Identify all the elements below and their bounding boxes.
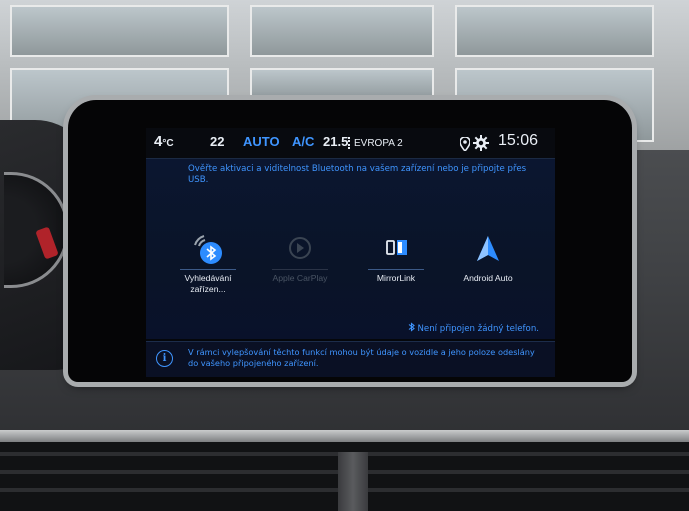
- infotainment-screen: 4°C 22 AUTO A/C 21.5 EVROPA 2 15:06 Ověř…: [146, 128, 555, 377]
- outside-temperature: 4°C: [154, 133, 174, 150]
- radio-frequency[interactable]: 21.5: [323, 134, 348, 149]
- app-underline: [272, 269, 328, 270]
- phone-connection-panel: Ověřte aktivaci a viditelnost Bluetooth …: [146, 159, 555, 339]
- info-icon[interactable]: i: [156, 350, 173, 367]
- app-label: Vyhledávání zařízen...: [184, 273, 232, 294]
- building-window: [10, 5, 229, 57]
- app-bluetooth-search[interactable]: Vyhledávání zařízen...: [168, 231, 248, 295]
- app-label: MirrorLink: [376, 273, 416, 283]
- building-window: [250, 68, 434, 102]
- app-label: Android Auto: [463, 273, 513, 283]
- app-android-auto[interactable]: Android Auto: [448, 231, 528, 284]
- location-pin-icon[interactable]: [459, 136, 471, 155]
- app-underline: [180, 269, 236, 270]
- privacy-notice: V rámci vylepšování těchto funkcí mohou …: [188, 347, 535, 368]
- climate-setting[interactable]: 22: [210, 134, 224, 149]
- bluetooth-status-text: Není připojen žádný telefon.: [417, 324, 539, 334]
- mirrorlink-icon: [378, 231, 414, 267]
- app-label: Apple CarPlay: [272, 273, 328, 283]
- clock: 15:06: [498, 132, 539, 149]
- app-apple-carplay[interactable]: Apple CarPlay: [260, 231, 340, 284]
- signal-separator: [348, 137, 352, 149]
- app-mirrorlink[interactable]: MirrorLink: [356, 231, 436, 284]
- vent-chrome-rail: [0, 430, 689, 442]
- bluetooth-search-icon: [190, 231, 226, 267]
- building-window: [250, 5, 434, 57]
- info-bar: i V rámci vylepšování těchto funkcí moho…: [146, 341, 555, 377]
- radio-station[interactable]: EVROPA 2: [354, 138, 403, 149]
- ac-indicator[interactable]: A/C: [292, 134, 314, 149]
- android-auto-icon: [470, 231, 506, 267]
- status-bar: 4°C 22 AUTO A/C 21.5 EVROPA 2 15:06: [146, 128, 555, 159]
- temperature-unit: °C: [162, 138, 174, 149]
- bluetooth-status: Není připojen žádný telefon.: [408, 322, 539, 334]
- apple-carplay-icon: [282, 231, 318, 267]
- vent-control-knob[interactable]: [338, 452, 368, 511]
- climate-auto-mode[interactable]: AUTO: [243, 134, 280, 149]
- app-underline: [368, 269, 424, 270]
- connection-instruction: Ověřte aktivaci a viditelnost Bluetooth …: [188, 164, 527, 185]
- building-window: [455, 5, 654, 57]
- settings-gear-icon[interactable]: [473, 135, 489, 155]
